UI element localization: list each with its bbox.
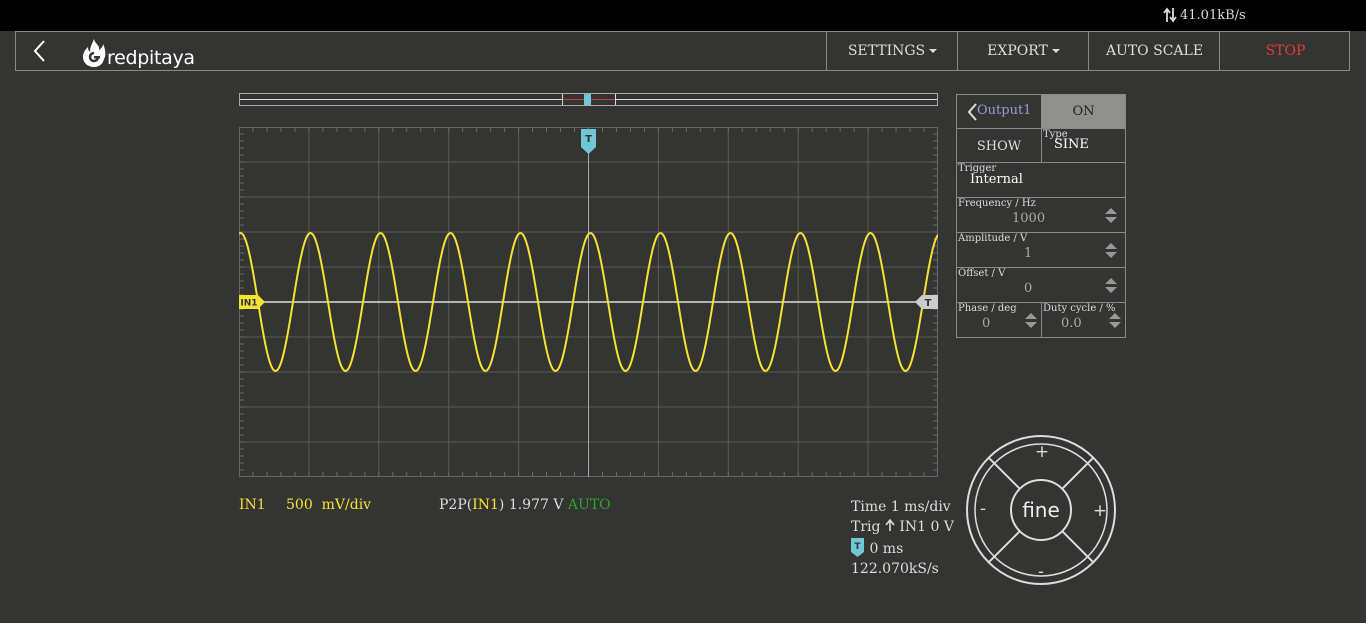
- stepper-down-icon[interactable]: [1105, 252, 1117, 258]
- stepper-up-icon[interactable]: [1109, 313, 1121, 319]
- offset-field[interactable]: Offset / V 0: [956, 267, 1126, 303]
- output1-header[interactable]: Output1: [956, 94, 1042, 129]
- stepper-up-icon[interactable]: [1025, 313, 1037, 319]
- joystick-right-label[interactable]: +: [1093, 501, 1107, 521]
- stop-label: STOP: [1265, 43, 1306, 59]
- trig-marker-text: T: [854, 542, 861, 552]
- phase-stepper[interactable]: [1025, 313, 1037, 328]
- p2p-measurement[interactable]: P2P(IN1) 1.977 V AUTO: [439, 497, 611, 513]
- chevron-left-icon: [33, 40, 45, 62]
- scope-graph[interactable]: T IN1 T: [239, 127, 938, 477]
- time-info: Time 1 ms/div Trig IN1 0 V T 0 ms 122.07…: [851, 497, 954, 579]
- trigger-select[interactable]: Trigger Internal: [956, 162, 1126, 198]
- joystick-separator: [987, 530, 1021, 564]
- stop-button[interactable]: STOP: [1219, 32, 1351, 70]
- settings-menu[interactable]: SETTINGS: [826, 32, 958, 70]
- export-menu[interactable]: EXPORT: [957, 32, 1089, 70]
- trig-rest: IN1 0 V: [899, 519, 954, 535]
- phase-field[interactable]: Phase / deg 0: [956, 302, 1042, 338]
- joystick-up-label[interactable]: +: [1035, 442, 1049, 462]
- data-rate-indicator: 41.01kB/s: [1163, 7, 1246, 23]
- sample-rate: 122.070kS/s: [851, 561, 939, 577]
- in1-marker-label: IN1: [240, 299, 257, 309]
- show-button[interactable]: SHOW: [956, 128, 1042, 163]
- duty-stepper[interactable]: [1109, 313, 1121, 328]
- show-label: SHOW: [976, 139, 1022, 154]
- auto-scale-label: AUTO SCALE: [1105, 43, 1204, 59]
- phase-value[interactable]: 0: [982, 316, 990, 331]
- duty-label: Duty cycle / %: [1043, 303, 1116, 314]
- offset-stepper[interactable]: [1105, 278, 1117, 293]
- in1-name: IN1: [239, 497, 266, 513]
- stepper-up-icon[interactable]: [1105, 243, 1117, 249]
- trig-prefix: Trig: [851, 519, 881, 535]
- frequency-field[interactable]: Frequency / Hz 1000: [956, 197, 1126, 233]
- amplitude-stepper[interactable]: [1105, 243, 1117, 258]
- arrow-up-icon: [885, 518, 895, 531]
- caret-down-icon: [1051, 49, 1060, 53]
- measure-mode: AUTO: [567, 497, 611, 513]
- on-label: ON: [1072, 104, 1095, 119]
- time-scale: Time 1 ms/div: [851, 499, 951, 515]
- time-offset: T 0 ms: [851, 537, 954, 559]
- in1-scale-value: 500: [286, 497, 313, 513]
- flame-logo-icon: [83, 39, 106, 67]
- type-select[interactable]: Type SINE: [1041, 128, 1126, 163]
- phase-label: Phase / deg: [958, 303, 1017, 314]
- in1-channel-info[interactable]: IN1: [239, 497, 266, 513]
- auto-scale-button[interactable]: AUTO SCALE: [1088, 32, 1220, 70]
- output1-label: Output1: [977, 103, 1032, 118]
- frequency-value[interactable]: 1000: [1012, 211, 1045, 226]
- frequency-label: Frequency / Hz: [958, 198, 1036, 209]
- measure-value: ) 1.977 V: [498, 497, 564, 513]
- status-bar: 41.01kB/s: [0, 0, 1366, 31]
- back-button[interactable]: [28, 38, 52, 64]
- type-value: SINE: [1054, 137, 1089, 152]
- amplitude-value[interactable]: 1: [1024, 246, 1032, 261]
- trigger-info: Trig IN1 0 V: [851, 517, 954, 537]
- trigger-marker-label: T: [585, 134, 592, 145]
- data-rate-text: 41.01kB/s: [1180, 7, 1246, 23]
- joystick-control[interactable]: fine + - - +: [965, 434, 1117, 586]
- trigger-level-marker-label: T: [925, 298, 932, 309]
- logo-text: redpitaya: [107, 47, 195, 69]
- in1-scale-unit: mV/div: [321, 497, 372, 513]
- joystick-down-label[interactable]: -: [1038, 562, 1044, 582]
- caret-down-icon: [929, 49, 938, 53]
- frequency-stepper[interactable]: [1105, 208, 1117, 223]
- export-label: EXPORT: [987, 43, 1048, 59]
- measure-prefix: P2P(: [439, 497, 473, 513]
- amplitude-field[interactable]: Amplitude / V 1: [956, 232, 1126, 268]
- stepper-down-icon[interactable]: [1105, 217, 1117, 223]
- stepper-down-icon[interactable]: [1025, 322, 1037, 328]
- stepper-up-icon[interactable]: [1105, 278, 1117, 284]
- trigger-marker-icon: T: [851, 538, 864, 557]
- joystick-left-label[interactable]: -: [980, 499, 986, 519]
- trigger-value: Internal: [970, 172, 1023, 187]
- duty-cycle-field[interactable]: Duty cycle / % 0.0: [1041, 302, 1126, 338]
- offset-value[interactable]: 0: [1024, 281, 1032, 296]
- settings-label: SETTINGS: [847, 43, 926, 59]
- transfer-arrows-icon: [1163, 7, 1177, 23]
- offset-label: Offset / V: [958, 268, 1006, 279]
- in1-scale: 500 mV/div: [286, 497, 371, 513]
- joystick-separator: [1061, 456, 1095, 490]
- stepper-down-icon[interactable]: [1105, 287, 1117, 293]
- amplitude-label: Amplitude / V: [958, 233, 1028, 244]
- navbar: redpitaya SETTINGS EXPORT AUTO SCALE STO…: [15, 31, 1350, 71]
- fine-label: fine: [1022, 498, 1060, 522]
- stepper-up-icon[interactable]: [1105, 208, 1117, 214]
- output1-on-toggle[interactable]: ON: [1041, 94, 1126, 129]
- buffer-scrollbar[interactable]: [239, 93, 938, 106]
- redpitaya-logo: redpitaya: [82, 38, 195, 68]
- stepper-down-icon[interactable]: [1109, 322, 1121, 328]
- time-offset-value: 0 ms: [869, 541, 904, 557]
- joystick-separator: [1061, 530, 1095, 564]
- joystick-separator: [987, 456, 1021, 490]
- duty-value[interactable]: 0.0: [1061, 316, 1082, 331]
- trigger-position-marker: [584, 94, 591, 105]
- measure-channel: IN1: [472, 497, 499, 513]
